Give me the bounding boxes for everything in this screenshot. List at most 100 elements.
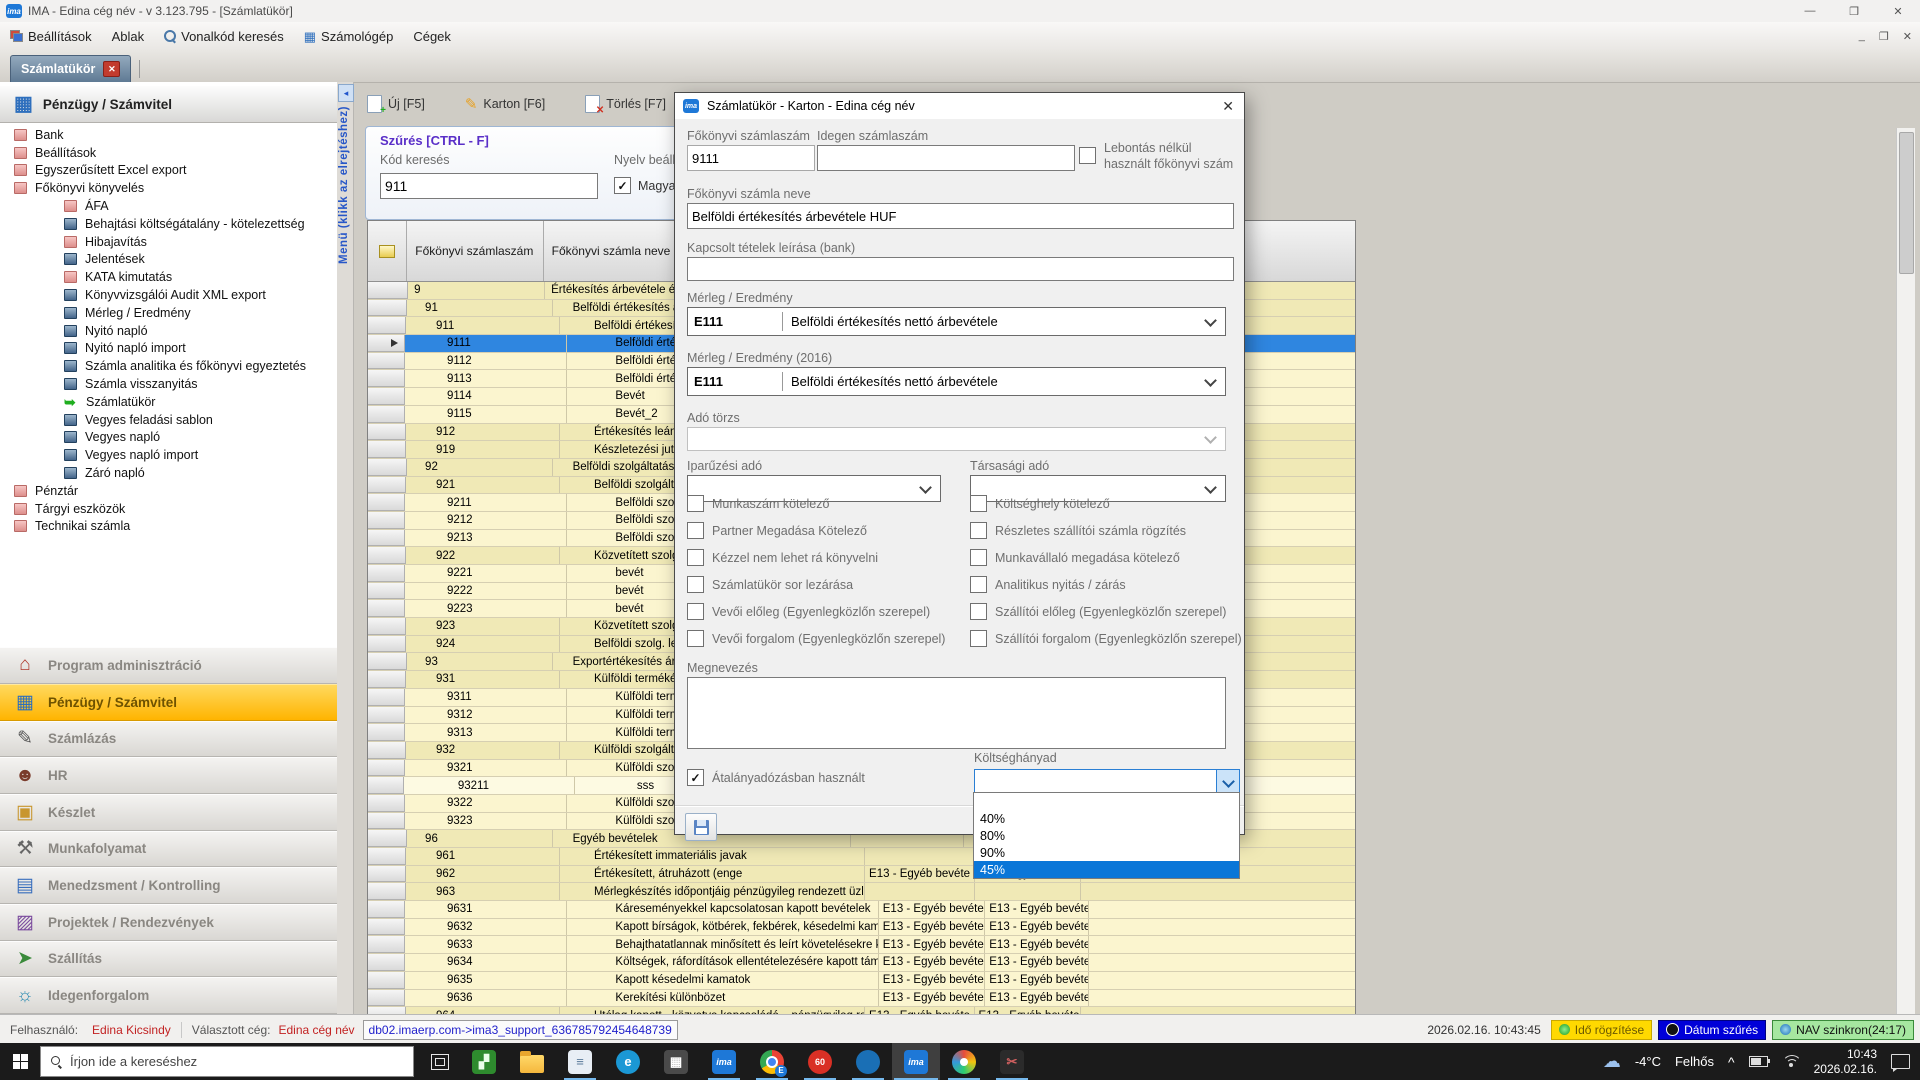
adotorzs-combo[interactable] (687, 427, 1226, 451)
dropdown-option[interactable]: 80% (974, 827, 1239, 844)
checkbox[interactable] (970, 495, 987, 512)
battery-icon[interactable] (1749, 1056, 1768, 1067)
collapse-arrow-icon[interactable]: ◂ (338, 84, 354, 102)
tab-close-icon[interactable]: ✕ (103, 61, 120, 77)
idegen-szamlaszam-field[interactable] (817, 145, 1075, 171)
code-search-input[interactable] (380, 173, 598, 199)
table-row[interactable]: 9636Kerekítési különbözetE13 - Egyéb bev… (368, 990, 1355, 1008)
row-selector[interactable] (368, 583, 405, 600)
ima-app-active-icon[interactable]: ima (892, 1043, 940, 1080)
start-button[interactable] (0, 1043, 40, 1080)
save-button[interactable] (685, 813, 717, 841)
module-k-szlet[interactable]: ▣Készlet (0, 794, 337, 831)
row-selector[interactable] (368, 335, 405, 352)
sidebar-item-kata-kimutatás[interactable]: KATA kimutatás (0, 268, 337, 286)
sidebar-item-tárgyi-eszközök[interactable]: Tárgyi eszközök (0, 500, 337, 518)
calculator-icon[interactable]: ▦ (652, 1043, 700, 1080)
table-row[interactable]: 9632Kapott bírságok, kötbérek, fekbérek,… (368, 919, 1355, 937)
notepad-icon[interactable]: ≡ (556, 1043, 604, 1080)
merleg2016-combo[interactable]: E111 Belföldi értékesítés nettó árbevéte… (687, 367, 1226, 396)
row-selector[interactable] (368, 707, 405, 724)
row-selector[interactable] (368, 689, 405, 706)
row-selector[interactable] (368, 565, 405, 582)
row-selector[interactable] (368, 459, 407, 476)
checkbox[interactable] (687, 495, 704, 512)
sidebar-item-pénztár[interactable]: Pénztár (0, 482, 337, 500)
file-explorer-icon[interactable] (508, 1043, 556, 1080)
table-header-code[interactable]: Főkönyvi számlaszám (407, 221, 543, 281)
checkbox[interactable] (687, 576, 704, 593)
module-sz-ll-t-s[interactable]: ➤Szállítás (0, 941, 337, 978)
row-selector[interactable] (368, 883, 406, 900)
module-idegenforgalom[interactable]: ☼Idegenforgalom (0, 977, 337, 1014)
dropdown-option[interactable]: 40% (974, 810, 1239, 827)
checkbox[interactable] (970, 522, 987, 539)
checkbox[interactable] (970, 549, 987, 566)
taskbar-search[interactable]: Írjon ide a kereséshez (40, 1046, 414, 1077)
menu-collapse-strip[interactable]: ◂ Menü (klikk az elrejtéshez) (337, 82, 354, 1014)
row-selector[interactable] (368, 353, 405, 370)
row-selector[interactable] (368, 830, 407, 847)
sidebar-item-vegyes-napló-import[interactable]: Vegyes napló import (0, 446, 337, 464)
wifi-icon[interactable] (1782, 1055, 1800, 1069)
sidebar-item-vegyes-napló[interactable]: Vegyes napló (0, 429, 337, 447)
checkbox[interactable] (687, 630, 704, 647)
weather-text[interactable]: Felhős (1675, 1054, 1714, 1069)
row-selector[interactable] (368, 795, 405, 812)
chrome-icon[interactable]: E (748, 1043, 796, 1080)
maximize-icon[interactable]: ❐ (1832, 0, 1876, 22)
row-selector[interactable] (368, 777, 404, 794)
sidebar-item-számla-analitika-és-főkönyvi-egyeztetés[interactable]: Számla analitika és főkönyvi egyeztetés (0, 357, 337, 375)
module-sz-ml-z-s[interactable]: ✎Számlázás (0, 721, 337, 758)
scissors-app-icon[interactable]: ✂ (988, 1043, 1036, 1080)
dropdown-option[interactable]: 90% (974, 844, 1239, 861)
checkbox[interactable] (970, 576, 987, 593)
close-icon[interactable]: ✕ (1876, 0, 1920, 22)
sidebar-item-egyszerűsített-excel-export[interactable]: Egyszerűsített Excel export (0, 162, 337, 180)
tray-chevron-icon[interactable]: ^ (1728, 1054, 1735, 1070)
table-row[interactable]: 9631Káreseményekkel kapcsolatosan kapott… (368, 901, 1355, 919)
mdi-window-buttons[interactable]: _❐✕ (1859, 22, 1912, 50)
menu-item-számológép[interactable]: ▦Számológép (294, 22, 404, 50)
task-view-icon[interactable] (420, 1043, 460, 1080)
image-viewer-icon[interactable]: ▞ (460, 1043, 508, 1080)
notification-icon[interactable] (1891, 1054, 1910, 1069)
table-row[interactable]: 9635Kapott késedelmi kamatokE13 - Egyéb … (368, 972, 1355, 990)
megnevezes-textarea[interactable] (687, 677, 1226, 749)
edge-icon[interactable]: e (604, 1043, 652, 1080)
sidebar-item-áfa[interactable]: ÁFA (0, 197, 337, 215)
row-selector[interactable] (368, 441, 406, 458)
row-selector[interactable] (368, 848, 406, 865)
module-munkafolyamat[interactable]: ⚒Munkafolyamat (0, 831, 337, 868)
sidebar-item-beállítások[interactable]: Beállítások (0, 144, 337, 162)
row-selector[interactable] (368, 919, 405, 936)
sidebar-item-technikai-számla[interactable]: Technikai számla (0, 518, 337, 536)
kapcsolt-field[interactable] (687, 257, 1234, 281)
row-selector[interactable] (368, 954, 405, 971)
merleg-combo[interactable]: E111 Belföldi értékesítés nettó árbevéte… (687, 307, 1226, 336)
row-selector[interactable] (368, 671, 406, 688)
module-p-nz-gy-sz-mvitel[interactable]: ▦Pénzügy / Számvitel (0, 684, 337, 721)
dialog-close-icon[interactable]: ✕ (1222, 98, 1234, 115)
minimize-icon[interactable]: — (1788, 0, 1832, 22)
dropdown-option[interactable]: 45% (974, 861, 1239, 878)
mdi-button[interactable]: ❐ (1879, 30, 1889, 43)
row-selector[interactable] (368, 813, 405, 830)
row-selector[interactable] (368, 936, 405, 953)
paint-app-icon[interactable] (940, 1043, 988, 1080)
row-selector[interactable] (368, 370, 405, 387)
mdi-button[interactable]: ✕ (1903, 30, 1912, 43)
atalany-checkbox[interactable] (687, 769, 704, 786)
menu-item-vonalkód-keresés[interactable]: Vonalkód keresés (154, 22, 294, 50)
row-selector[interactable] (368, 866, 406, 883)
row-selector[interactable] (368, 547, 406, 564)
sidebar-item-főkönyvi-könyvelés[interactable]: Főkönyvi könyvelés (0, 179, 337, 197)
row-selector[interactable] (368, 600, 405, 617)
sidebar-item-számlatükör[interactable]: ➥Számlatükör (0, 393, 337, 411)
checkbox[interactable] (687, 603, 704, 620)
module-hr[interactable]: ☻HR (0, 757, 337, 794)
dropdown-option[interactable] (974, 793, 1239, 810)
menu-item-ablak[interactable]: Ablak (102, 22, 155, 50)
row-selector[interactable] (368, 282, 408, 299)
row-selector[interactable] (368, 477, 406, 494)
